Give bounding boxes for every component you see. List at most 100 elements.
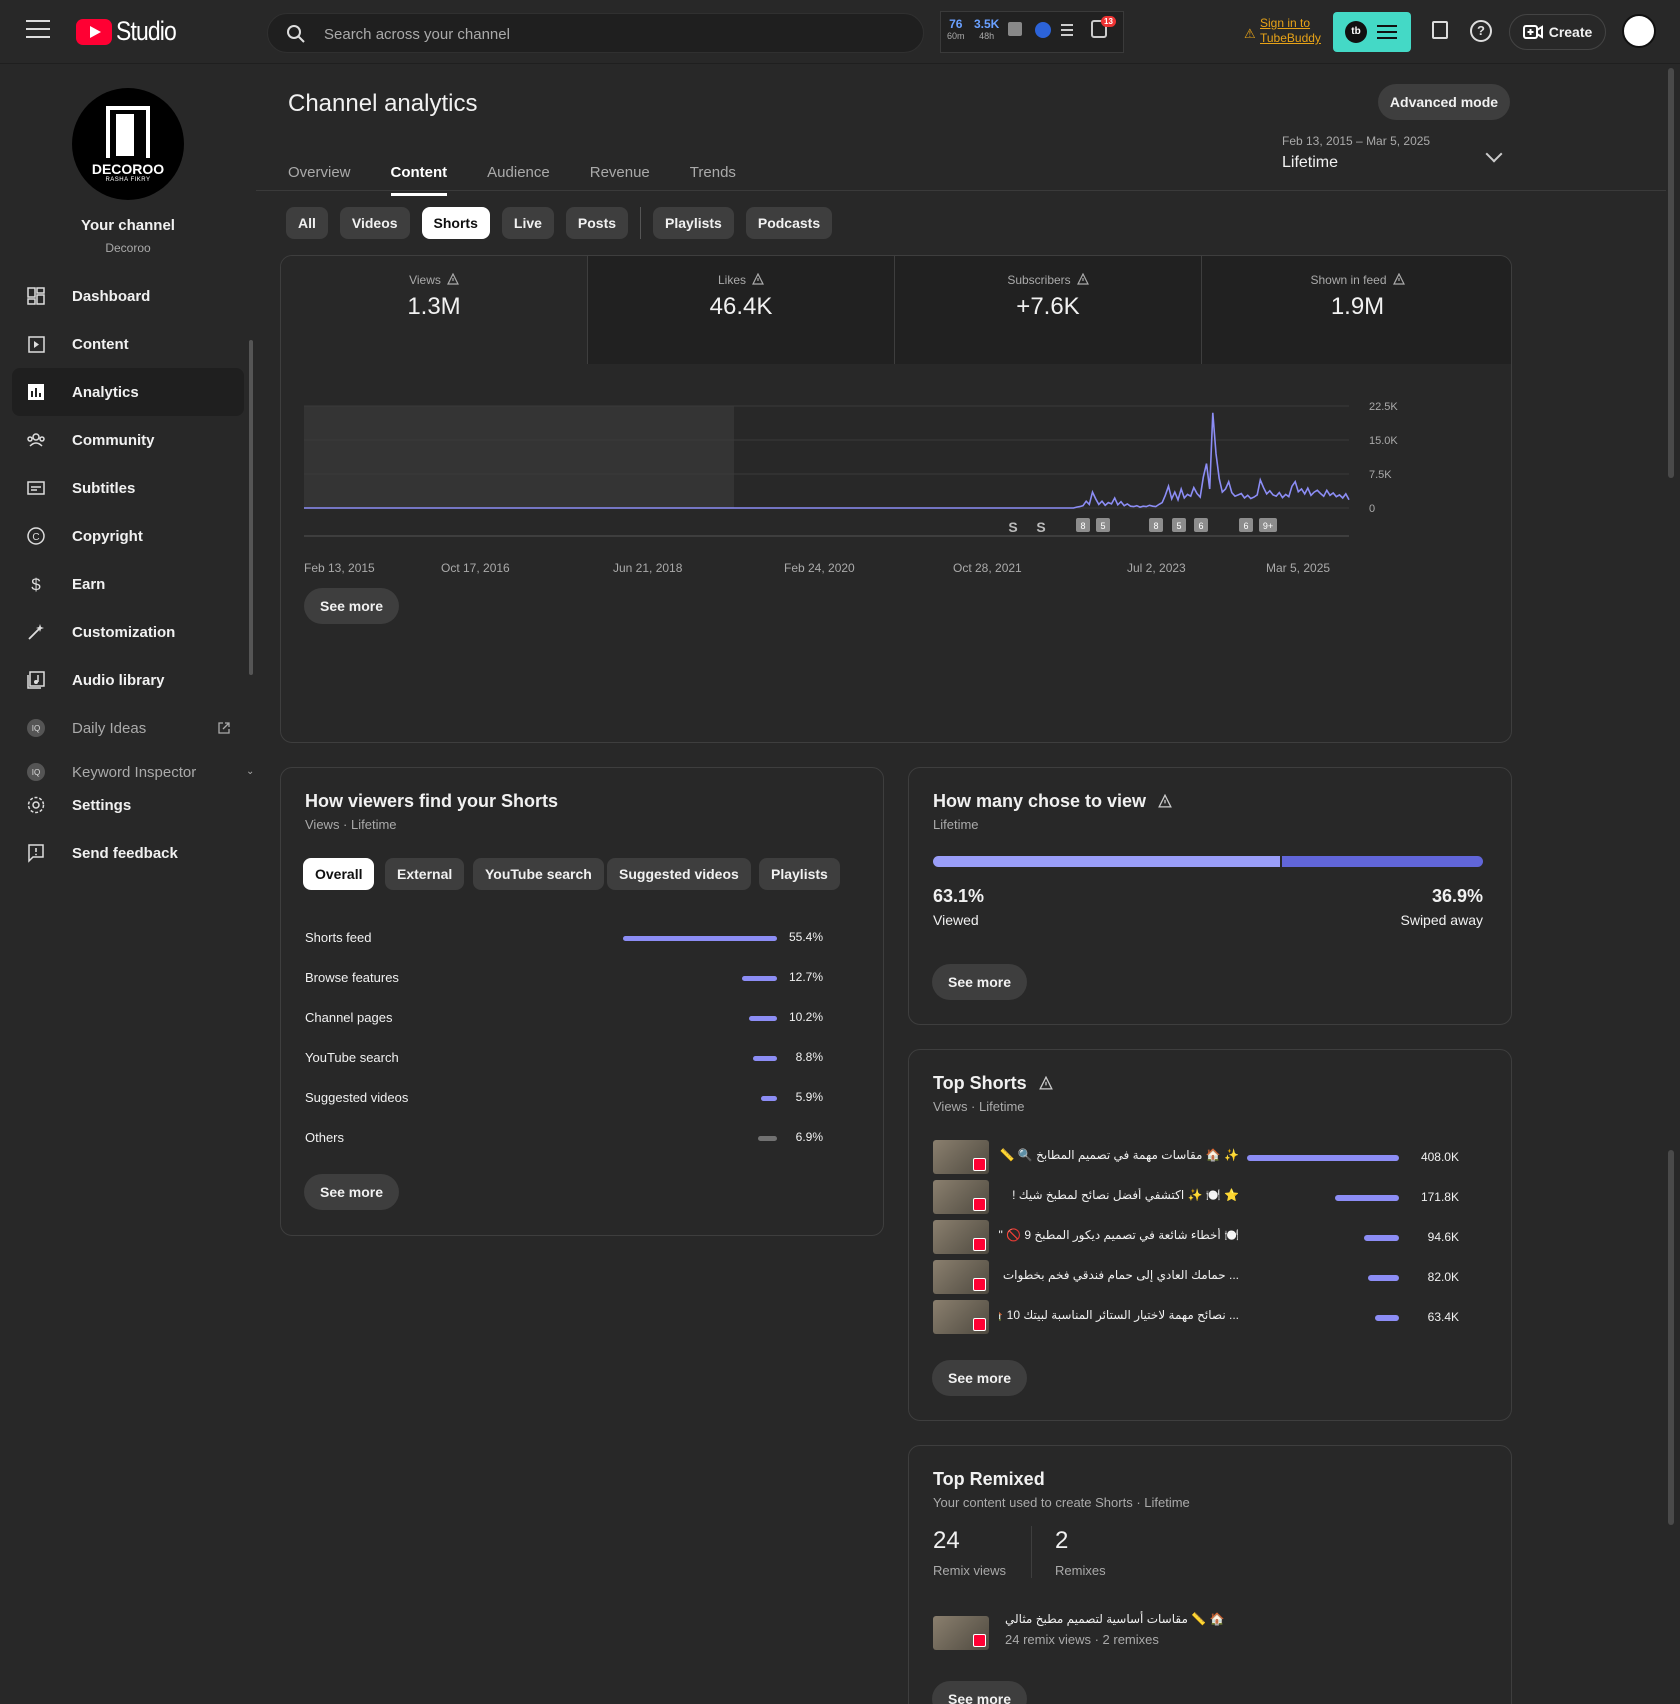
sidebar-item-copyright[interactable]: C Copyright	[12, 512, 244, 560]
see-more-button[interactable]: See more	[304, 588, 400, 624]
sidebar-item-send-feedback[interactable]: Send feedback	[12, 829, 244, 877]
content-type-chips: All Videos Shorts Live Posts Playlists P…	[286, 207, 844, 239]
sidebar: DECOROO RASHA FIKRY Your channel Decoroo…	[0, 65, 256, 1704]
list-icon[interactable]	[1061, 24, 1073, 36]
sidebar-item-label: Earn	[72, 575, 106, 593]
annotation-marker[interactable]: 8	[1076, 518, 1090, 532]
see-more-button[interactable]: See more	[932, 964, 1028, 1000]
metric-subscribers[interactable]: Subscribers +7.6K	[895, 256, 1202, 364]
door-logo-icon	[106, 105, 150, 158]
tubebuddy-menu-button[interactable]: tb	[1333, 12, 1411, 52]
annotation-marker[interactable]: 8	[1149, 518, 1163, 532]
see-more-button[interactable]: See more	[932, 1681, 1028, 1704]
tab-playlists[interactable]: Playlists	[759, 858, 840, 890]
chip-playlists[interactable]: Playlists	[653, 207, 734, 239]
create-button[interactable]: Create	[1509, 14, 1606, 50]
svg-text:9+: 9+	[1263, 521, 1273, 531]
chevron-down-icon[interactable]	[1485, 145, 1503, 163]
short-title[interactable]: ✨ 🏠 مقاسات مهمة في تصميم المطابخ 🔍 📏	[999, 1148, 1239, 1162]
sidebar-item-daily-ideas[interactable]: IQ Daily Ideas	[12, 704, 244, 752]
chip-shorts[interactable]: Shorts	[421, 207, 490, 239]
sidebar-item-analytics[interactable]: Analytics	[12, 368, 244, 416]
views-line-chart[interactable]: 22.5K 15.0K 7.5K 0 S S 8 5 8 5 6 6 9+	[281, 364, 1512, 594]
metric-shown-in-feed[interactable]: Shown in feed 1.9M	[1202, 256, 1511, 364]
search-input[interactable]	[324, 22, 884, 46]
vidiq-icon[interactable]	[1035, 22, 1051, 38]
sidebar-item-subtitles[interactable]: Subtitles	[12, 464, 244, 512]
warning-icon	[446, 273, 459, 285]
annotation-marker[interactable]: 5	[1096, 518, 1110, 532]
help-icon[interactable]: ?	[1470, 20, 1492, 42]
search-bar[interactable]	[267, 13, 924, 53]
chip-all[interactable]: All	[286, 207, 328, 239]
warning-icon	[1076, 273, 1089, 285]
short-title[interactable]: 🍽️ أخطاء شائعة في تصميم ديكور المطبخ 9 🚫…	[999, 1228, 1239, 1242]
remixed-short-thumbnail[interactable]	[933, 1616, 989, 1650]
menu-icon[interactable]	[26, 20, 50, 40]
page-scrollbar-lower[interactable]	[1668, 1150, 1674, 1525]
x-tick-label: Jul 2, 2023	[1127, 561, 1186, 575]
top-short-row[interactable]: ... حمامك العادي إلى حمام فندقي فخم بخطو…	[933, 1260, 1483, 1294]
sidebar-item-customization[interactable]: Customization	[12, 608, 244, 656]
annotation-marker[interactable]: S	[1008, 519, 1017, 535]
sidebar-item-label: Send feedback	[72, 844, 178, 862]
page-scrollbar[interactable]	[1668, 68, 1674, 478]
sidebar-item-settings[interactable]: Settings	[12, 781, 244, 829]
stat-60m: 76 60m	[947, 17, 965, 41]
short-thumbnail[interactable]	[933, 1260, 989, 1294]
metric-likes[interactable]: Likes 46.4K	[588, 256, 895, 364]
short-title[interactable]: ⭐ 🍽️ ✨ اكتشفي أفضل نصائح لمطبخ شيك !	[999, 1188, 1239, 1202]
messages-icon[interactable]	[1432, 21, 1448, 39]
sidebar-item-audio-library[interactable]: Audio library	[12, 656, 244, 704]
short-thumbnail[interactable]	[933, 1180, 989, 1214]
sidebar-item-earn[interactable]: $ Earn	[12, 560, 244, 608]
remixes-value: 2	[1055, 1527, 1069, 1554]
account-avatar[interactable]	[1622, 14, 1656, 48]
see-more-button[interactable]: See more	[932, 1360, 1028, 1396]
date-range-picker[interactable]: Feb 13, 2015 – Mar 5, 2025 Lifetime	[1282, 134, 1430, 172]
top-short-row[interactable]: ... نصائح مهمة لاختيار الستائر المناسبة …	[933, 1300, 1483, 1334]
warning-icon	[1038, 1076, 1053, 1090]
chart-icon[interactable]	[1008, 22, 1022, 36]
annotation-marker[interactable]: 6	[1239, 518, 1253, 532]
channel-avatar[interactable]: DECOROO RASHA FIKRY	[72, 88, 184, 200]
see-more-button[interactable]: See more	[304, 1174, 400, 1210]
sidebar-item-dashboard[interactable]: Dashboard	[12, 272, 244, 320]
chip-podcasts[interactable]: Podcasts	[745, 207, 833, 239]
annotation-marker[interactable]: 5	[1172, 518, 1186, 532]
advanced-mode-button[interactable]: Advanced mode	[1378, 84, 1510, 120]
traffic-source-label: Channel pages	[305, 1010, 393, 1025]
viewed-label: Viewed	[933, 912, 979, 928]
hamburger-icon	[1377, 25, 1397, 39]
sidebar-scrollbar[interactable]	[249, 340, 253, 675]
top-short-row[interactable]: ⭐ 🍽️ ✨ اكتشفي أفضل نصائح لمطبخ شيك ! 171.…	[933, 1180, 1483, 1214]
short-thumbnail[interactable]	[933, 1300, 989, 1334]
remixed-short-title[interactable]: 🏠 📏 مقاسات أساسية لتصميم مطبخ مثالي	[1005, 1612, 1224, 1626]
short-title[interactable]: ... حمامك العادي إلى حمام فندقي فخم بخطو…	[999, 1268, 1239, 1282]
x-tick-label: Oct 17, 2016	[441, 561, 510, 575]
top-short-row[interactable]: 🍽️ أخطاء شائعة في تصميم ديكور المطبخ 9 🚫…	[933, 1220, 1483, 1254]
tab-youtube-search[interactable]: YouTube search	[473, 858, 604, 890]
svg-text:5: 5	[1100, 521, 1105, 531]
metric-views[interactable]: Views 1.3M	[281, 256, 588, 364]
short-thumbnail[interactable]	[933, 1140, 989, 1174]
top-short-row[interactable]: ✨ 🏠 مقاسات مهمة في تصميم المطابخ 🔍 📏 408.…	[933, 1140, 1483, 1174]
chip-posts[interactable]: Posts	[565, 207, 629, 239]
tab-suggested-videos[interactable]: Suggested videos	[607, 858, 751, 890]
studio-logo[interactable]: Studio	[76, 16, 187, 47]
short-title[interactable]: ... نصائح مهمة لاختيار الستائر المناسبة …	[999, 1308, 1239, 1322]
tab-overall[interactable]: Overall	[303, 858, 375, 890]
tubebuddy-signin-link[interactable]: ⚠ Sign in to TubeBuddy	[1244, 16, 1321, 46]
short-thumbnail[interactable]	[933, 1220, 989, 1254]
annotation-marker[interactable]: 6	[1194, 518, 1208, 532]
chip-videos[interactable]: Videos	[339, 207, 410, 239]
sidebar-item-label: Subtitles	[72, 479, 136, 497]
chip-live[interactable]: Live	[501, 207, 554, 239]
tab-external[interactable]: External	[385, 858, 465, 890]
traffic-source-label: YouTube search	[305, 1050, 399, 1065]
sidebar-item-content[interactable]: Content	[12, 320, 244, 368]
annotation-marker[interactable]: S	[1036, 519, 1045, 535]
annotation-marker[interactable]: 9+	[1259, 518, 1277, 532]
sidebar-item-community[interactable]: Community	[12, 416, 244, 464]
sidebar-item-label: Content	[72, 335, 129, 353]
